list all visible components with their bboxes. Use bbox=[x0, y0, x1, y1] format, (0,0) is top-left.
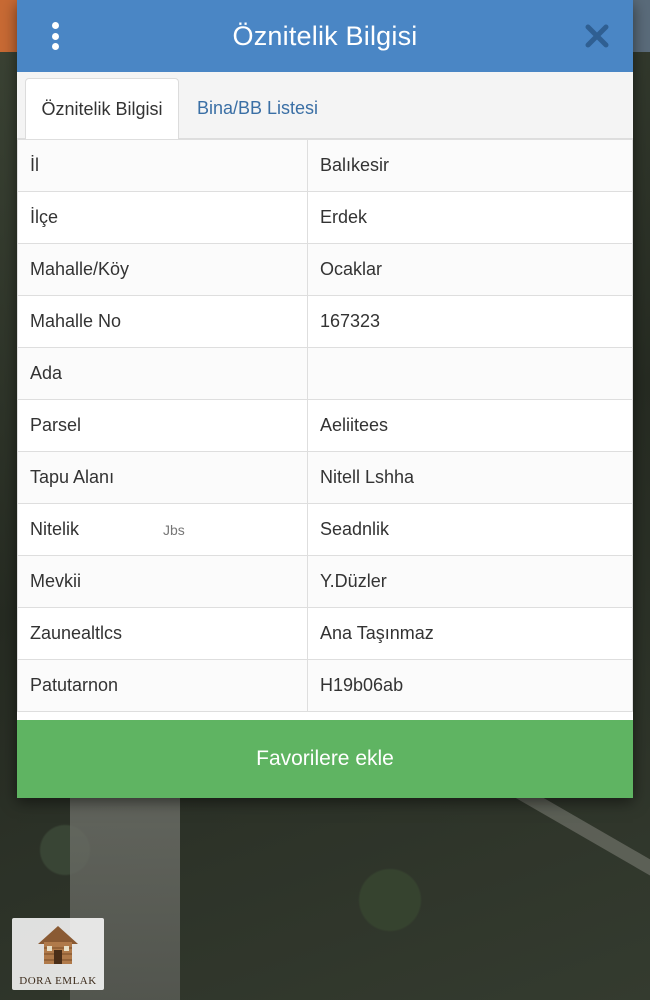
tab-bar: Öznitelik Bilgisi Bina/BB Listesi bbox=[17, 72, 633, 139]
watermark-text: DORA EMLAK bbox=[19, 975, 97, 987]
attribute-key: İlçe bbox=[17, 191, 308, 244]
attribute-info-dialog: Öznitelik Bilgisi Öznitelik Bilgisi Bina… bbox=[17, 0, 633, 798]
attribute-key: Zaunealtlcs bbox=[17, 607, 308, 660]
attribute-key: Ada bbox=[17, 347, 308, 400]
attribute-row: Ada bbox=[17, 347, 633, 400]
attribute-key: Patutarnon bbox=[17, 659, 308, 712]
attribute-key: İl bbox=[17, 139, 308, 192]
attribute-value: H19b06ab bbox=[307, 659, 633, 712]
attribute-value: Balıkesir bbox=[307, 139, 633, 192]
attribute-key-label: Nitelik bbox=[30, 519, 80, 539]
attribute-key-label: Mevkii bbox=[30, 571, 82, 591]
attribute-row: Parsel Aeliitees bbox=[17, 399, 633, 452]
house-icon bbox=[38, 926, 78, 964]
attribute-row: Mahalle No 167323 bbox=[17, 295, 633, 348]
attribute-row: Zaunealtlcs Ana Taşınmaz bbox=[17, 607, 633, 660]
attribute-key: Mahalle/Köy bbox=[17, 243, 308, 296]
attribute-value: Ocaklar bbox=[307, 243, 633, 296]
attribute-key-extra: Jbs bbox=[163, 522, 185, 538]
attribute-value: Ana Taşınmaz bbox=[307, 607, 633, 660]
attribute-key-label: Parsel bbox=[30, 415, 82, 435]
attribute-key-label: Mahalle/Köy bbox=[30, 259, 130, 279]
attribute-value: 167323 bbox=[307, 295, 633, 348]
attribute-row: İlçe Erdek bbox=[17, 191, 633, 244]
attribute-key: Parsel bbox=[17, 399, 308, 452]
attribute-value: Aeliitees bbox=[307, 399, 633, 452]
attribute-value: Erdek bbox=[307, 191, 633, 244]
attribute-key: Tapu Alanı bbox=[17, 451, 308, 504]
attribute-key-label: İlçe bbox=[30, 207, 59, 227]
map-feature bbox=[632, 0, 650, 52]
tab-building-list[interactable]: Bina/BB Listesi bbox=[197, 78, 318, 138]
attribute-key-label: Patutarnon bbox=[30, 675, 119, 695]
attribute-key-label: Ada bbox=[30, 363, 63, 383]
attribute-table: İl Balıkesir İlçe Erdek Mahalle/Köy Ocaklar Ma… bbox=[17, 139, 633, 712]
attribute-key: Mahalle No bbox=[17, 295, 308, 348]
attribute-key: Mevkii bbox=[17, 555, 308, 608]
attribute-value: Y.Düzler bbox=[307, 555, 633, 608]
attribute-row: Patutarnon H19b06ab bbox=[17, 659, 633, 712]
dialog-header: Öznitelik Bilgisi bbox=[17, 0, 633, 72]
attribute-key-label: Zaunealtlcs bbox=[30, 623, 123, 643]
attribute-row: Mahalle/Köy Ocaklar bbox=[17, 243, 633, 296]
add-to-favorites-button[interactable]: Favorilere ekle bbox=[17, 720, 633, 798]
attribute-value: Nitell Lshha bbox=[307, 451, 633, 504]
attribute-value: Seadnlik bbox=[307, 503, 633, 556]
attribute-key-label: Mahalle No bbox=[30, 311, 122, 331]
close-icon[interactable] bbox=[581, 20, 613, 52]
attribute-row: Nitelik Jbs Seadnlik bbox=[17, 503, 633, 556]
attribute-key: Nitelik Jbs bbox=[17, 503, 308, 556]
map-feature bbox=[0, 0, 18, 52]
attribute-row: Tapu Alanı Nitell Lshha bbox=[17, 451, 633, 504]
attribute-row: İl Balıkesir bbox=[17, 139, 633, 192]
dialog-title: Öznitelik Bilgisi bbox=[232, 20, 418, 51]
attribute-value bbox=[307, 347, 633, 400]
watermark-logo: DORA EMLAK bbox=[12, 918, 104, 990]
attribute-row: Mevkii Y.Düzler bbox=[17, 555, 633, 608]
tab-attribute-info[interactable]: Öznitelik Bilgisi bbox=[25, 78, 179, 139]
more-vertical-icon[interactable] bbox=[47, 20, 63, 52]
attribute-key-label: İl bbox=[30, 155, 39, 175]
attribute-key-label: Tapu Alanı bbox=[30, 467, 115, 487]
